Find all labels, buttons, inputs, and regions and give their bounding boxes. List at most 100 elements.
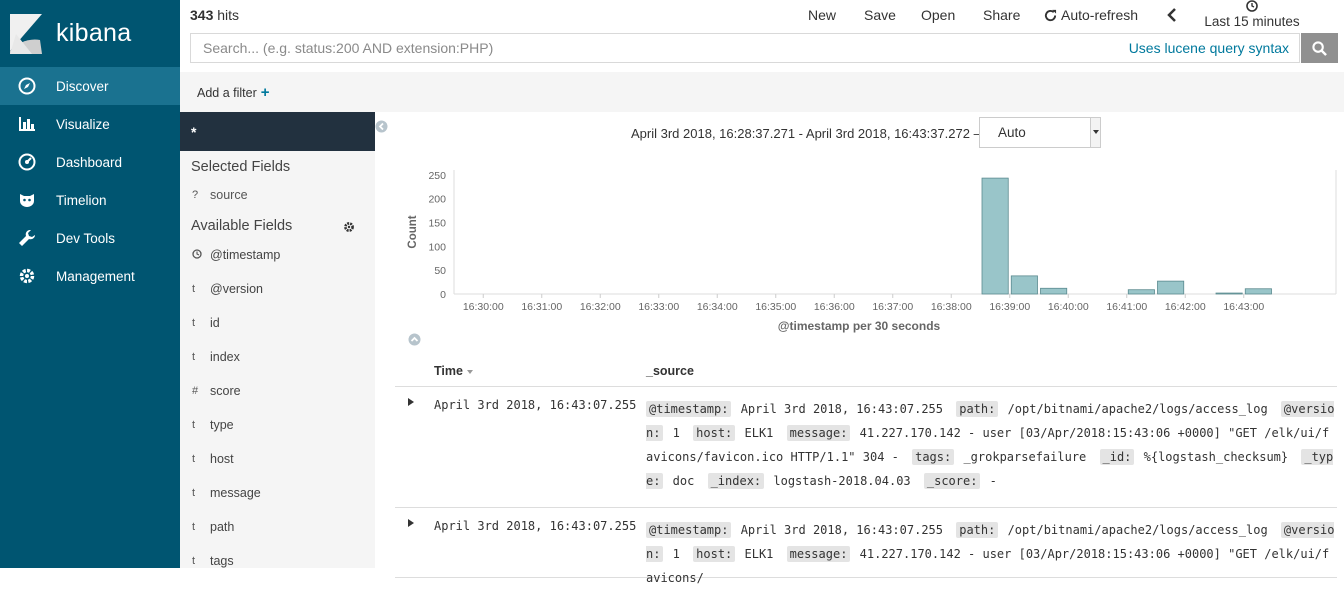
plus-icon: +	[260, 84, 270, 101]
add-filter-label: Add a filter	[197, 86, 257, 100]
save-button[interactable]: Save	[864, 7, 896, 23]
field-item[interactable]: # score	[180, 374, 375, 408]
timelion-icon	[18, 191, 36, 209]
field-item[interactable]: t id	[180, 306, 375, 340]
source-field-value: doc	[665, 474, 702, 488]
chevron-left-icon[interactable]	[1166, 7, 1178, 23]
source-field-value: 1	[665, 547, 688, 561]
field-item[interactable]: t type	[180, 408, 375, 442]
source-field-key: _score:	[923, 473, 981, 489]
source-field-key: host:	[693, 546, 736, 562]
x-tick-label: 16:38:00	[931, 301, 972, 313]
source-field-key: @timestamp:	[646, 401, 732, 417]
collapse-sidebar-icon[interactable]	[375, 120, 388, 133]
share-button[interactable]: Share	[983, 7, 1020, 23]
field-item[interactable]: ? source	[180, 183, 375, 207]
source-field-key: @timestamp:	[646, 522, 732, 538]
source-field-value: 1	[665, 426, 688, 440]
string-type-icon: t	[192, 555, 196, 567]
source-field-value: -	[982, 474, 997, 488]
collapse-chart-icon[interactable]	[408, 333, 421, 346]
field-sidebar: * Selected Fields ? source Available Fie…	[180, 112, 375, 568]
nav-label: Discover	[56, 78, 109, 94]
index-pattern[interactable]: *	[180, 112, 375, 151]
histogram-bar	[1244, 288, 1272, 295]
expand-row-icon[interactable]	[407, 397, 415, 407]
x-tick-label: 16:32:00	[580, 301, 621, 313]
interval-select[interactable]: Auto	[979, 117, 1101, 148]
open-button[interactable]: Open	[921, 7, 955, 23]
x-tick-label: 16:30:00	[463, 301, 504, 313]
x-axis-label: @timestamp per 30 seconds	[778, 319, 941, 333]
y-tick-label: 100	[428, 241, 446, 253]
auto-refresh-button[interactable]: Auto-refresh	[1044, 7, 1138, 23]
source-field-key: tags:	[912, 449, 955, 465]
field-item[interactable]: t index	[180, 340, 375, 374]
field-item[interactable]: @timestamp	[180, 238, 375, 272]
x-tick-label: 16:43:00	[1223, 301, 1264, 313]
lucene-syntax-link[interactable]: Uses lucene query syntax	[1129, 40, 1289, 56]
auto-refresh-label: Auto-refresh	[1061, 7, 1139, 23]
brand-name: kibana	[56, 19, 132, 47]
nav-item-management[interactable]: Management	[0, 257, 180, 295]
gear-icon[interactable]	[343, 221, 355, 233]
nav-label: Dev Tools	[56, 230, 116, 246]
field-item[interactable]: t message	[180, 476, 375, 510]
x-tick-label: 16:31:00	[521, 301, 562, 313]
add-filter-button[interactable]: Add a filter +	[197, 84, 270, 101]
histogram-bar	[1010, 275, 1038, 295]
field-item[interactable]: t @version	[180, 272, 375, 306]
field-name: source	[210, 188, 248, 202]
field-item[interactable]: t host	[180, 442, 375, 476]
field-item[interactable]: t tags	[180, 544, 375, 578]
field-item[interactable]: t path	[180, 510, 375, 544]
source-field-value: /opt/bitnami/apache2/logs/access_log	[1000, 523, 1275, 537]
histogram-bar	[1215, 292, 1243, 295]
source-field-key: message:	[786, 425, 851, 441]
string-type-icon: t	[192, 317, 196, 329]
string-type-icon: t	[192, 351, 196, 363]
kibana-logo[interactable]: kibana	[0, 0, 180, 67]
string-type-icon: t	[192, 419, 196, 431]
available-field-list: @timestamp t @version t id t index # score t type t…	[180, 238, 375, 578]
source-field-key: host:	[693, 425, 736, 441]
field-name: host	[210, 452, 234, 466]
time-column-header[interactable]: Time	[434, 364, 473, 378]
string-type-icon: t	[192, 283, 196, 295]
hits-count: 343 hits	[190, 7, 240, 23]
nav-item-dev-tools[interactable]: Dev Tools	[0, 219, 180, 257]
date-type-icon	[192, 248, 210, 262]
time-picker[interactable]: Last 15 minutes	[1202, 0, 1302, 29]
x-tick-label: 16:36:00	[814, 301, 855, 313]
source-field-value: %{logstash_checksum}	[1136, 450, 1296, 464]
nav-item-dashboard[interactable]: Dashboard	[0, 143, 180, 181]
x-tick-label: 16:41:00	[1106, 301, 1147, 313]
x-tick-label: 16:34:00	[697, 301, 738, 313]
sort-icon	[466, 369, 473, 374]
y-tick-label: 0	[440, 289, 446, 301]
source-field-key: path:	[956, 401, 999, 417]
nav-item-discover[interactable]: Discover	[0, 67, 180, 105]
source-column-header: _source	[646, 364, 694, 378]
source-field-value: _grokparsefailure	[956, 450, 1094, 464]
histogram-bar	[981, 177, 1009, 295]
field-name: @timestamp	[210, 248, 281, 262]
string-type-icon: t	[192, 487, 196, 499]
unknown-type-icon: ?	[192, 189, 199, 201]
top-bar: 343 hits New Save Open Share Auto-refres…	[180, 0, 1344, 32]
y-tick-label: 150	[428, 217, 446, 229]
field-name: type	[210, 418, 234, 432]
bar-chart-icon	[18, 115, 36, 133]
expand-row-icon[interactable]	[407, 518, 415, 528]
nav-item-visualize[interactable]: Visualize	[0, 105, 180, 143]
y-tick-label: 250	[428, 170, 446, 182]
chevron-down-icon	[1090, 118, 1100, 147]
new-button[interactable]: New	[808, 7, 836, 23]
string-type-icon: t	[192, 521, 196, 533]
search-button[interactable]	[1301, 33, 1338, 63]
nav-item-timelion[interactable]: Timelion	[0, 181, 180, 219]
field-name: score	[210, 384, 241, 398]
source-field-key: message:	[786, 546, 851, 562]
search-input[interactable]	[191, 34, 1091, 62]
source-field-key: _id:	[1099, 449, 1135, 465]
